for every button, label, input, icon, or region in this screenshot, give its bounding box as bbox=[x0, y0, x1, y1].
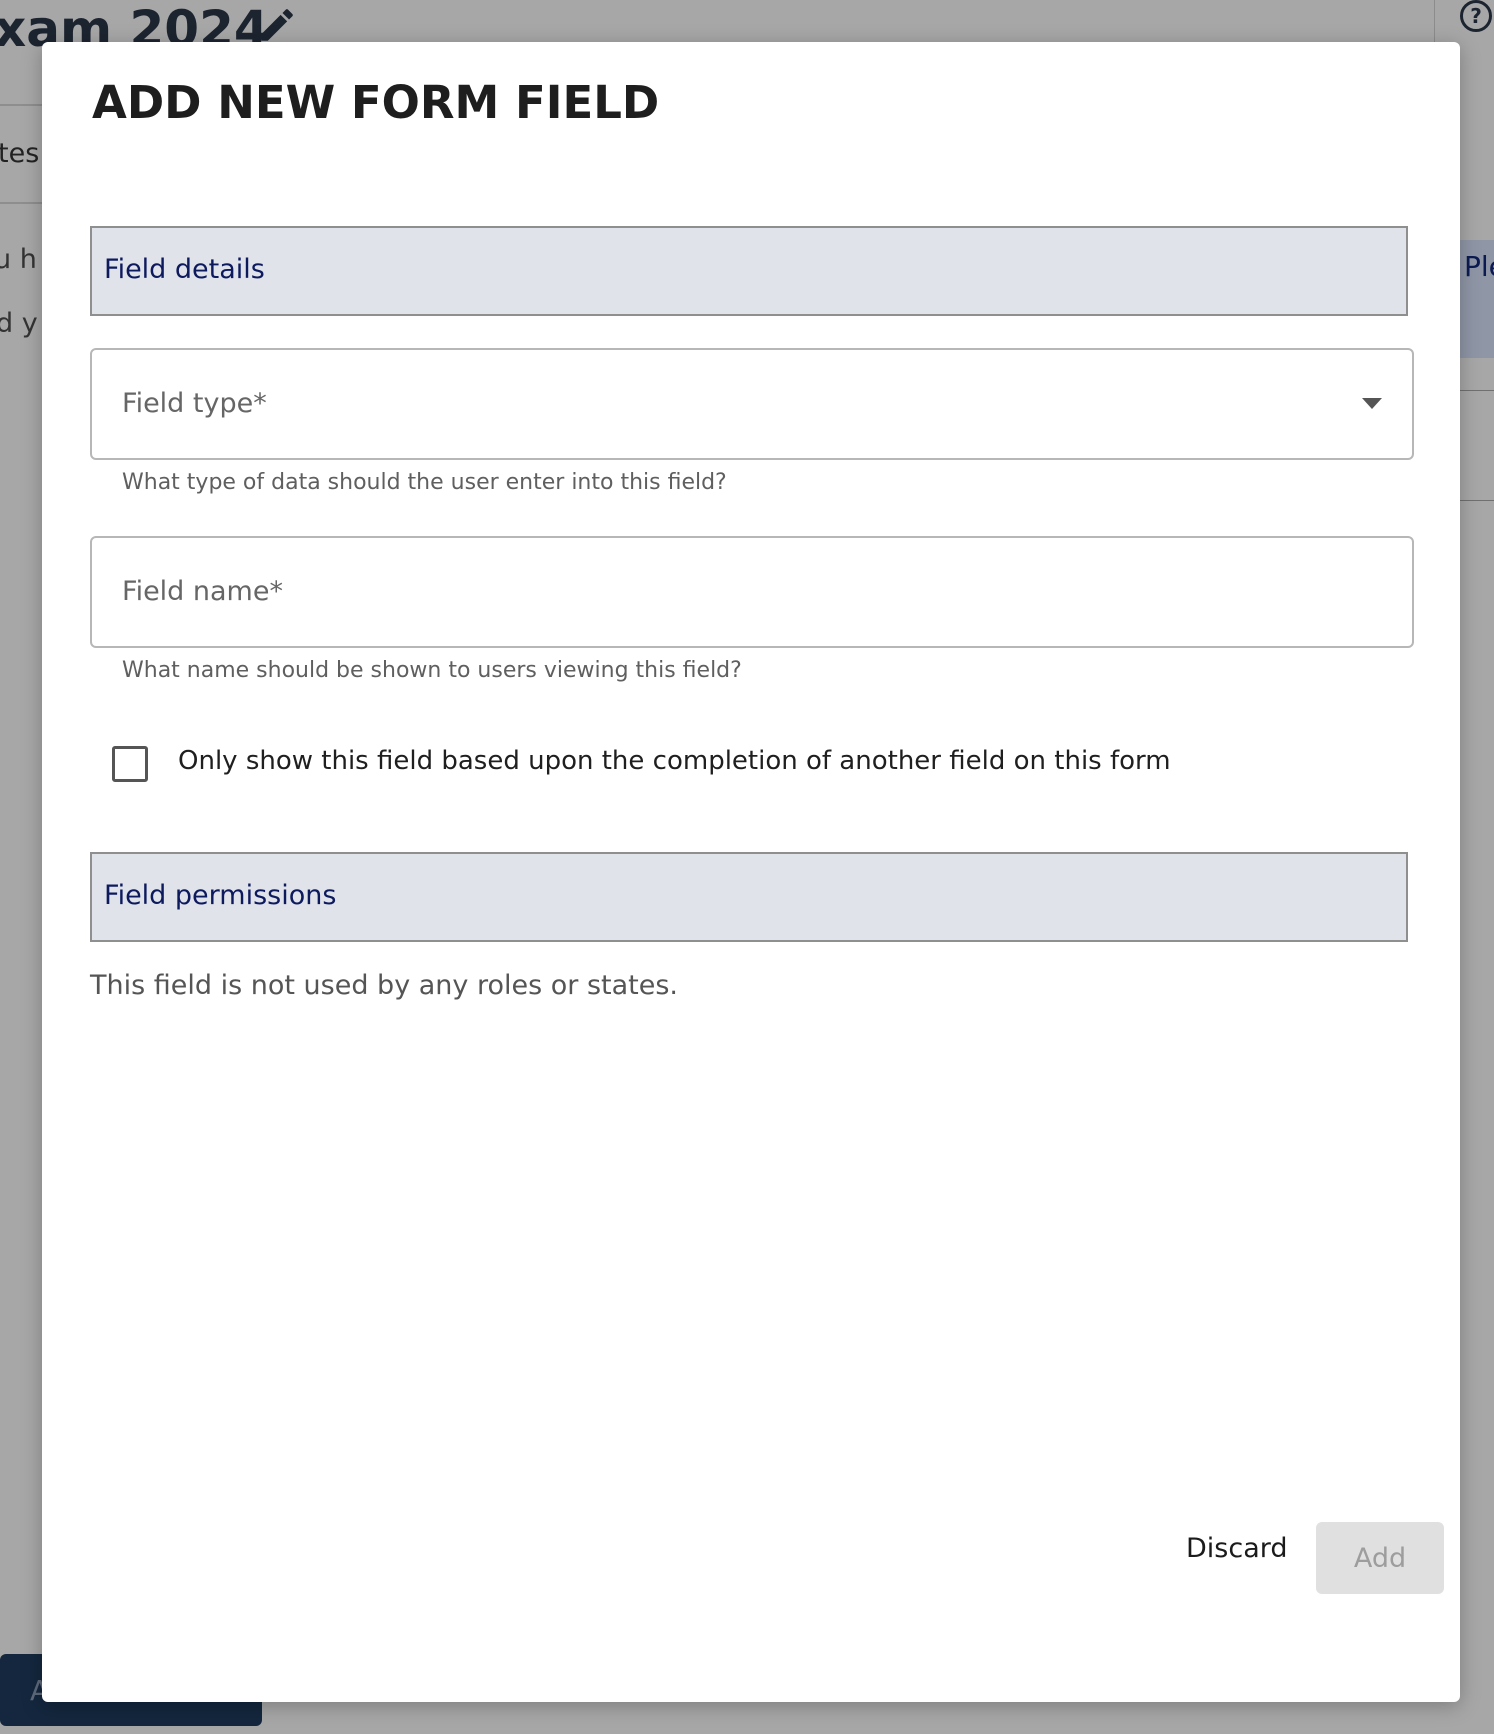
background-tab: tes bbox=[0, 138, 40, 169]
field-type-label: Field type* bbox=[122, 388, 267, 419]
pencil-icon bbox=[261, 9, 293, 41]
background-divider bbox=[1460, 500, 1494, 501]
chevron-down-icon[interactable] bbox=[1362, 398, 1382, 409]
field-type-select[interactable]: Field type* bbox=[90, 348, 1414, 460]
background-text: d y bbox=[0, 308, 38, 339]
conditional-display-checkbox[interactable] bbox=[112, 746, 148, 782]
field-permissions-section-header: Field permissions bbox=[90, 852, 1408, 942]
background-divider bbox=[0, 202, 44, 204]
dialog-title: ADD NEW FORM FIELD bbox=[92, 76, 660, 129]
field-name-label: Field name* bbox=[122, 576, 283, 607]
conditional-display-label[interactable]: Only show this field based upon the comp… bbox=[178, 746, 1171, 776]
field-type-helper-text: What type of data should the user enter … bbox=[122, 470, 727, 495]
field-details-section-header: Field details bbox=[90, 226, 1408, 316]
background-text: u h bbox=[0, 244, 37, 275]
background-right-text: Ple bbox=[1464, 250, 1494, 283]
discard-button[interactable]: Discard bbox=[1180, 1522, 1294, 1576]
background-divider bbox=[0, 104, 44, 106]
permissions-note: This field is not used by any roles or s… bbox=[90, 970, 679, 1001]
add-form-field-dialog: ADD NEW FORM FIELD Field details Field t… bbox=[42, 42, 1460, 1702]
background-divider bbox=[1460, 390, 1494, 391]
background-divider bbox=[1434, 0, 1435, 44]
field-name-helper-text: What name should be shown to users viewi… bbox=[122, 658, 742, 683]
add-button[interactable]: Add bbox=[1316, 1522, 1444, 1594]
help-icon: ? bbox=[1460, 0, 1492, 32]
field-name-input[interactable]: Field name* bbox=[90, 536, 1414, 648]
